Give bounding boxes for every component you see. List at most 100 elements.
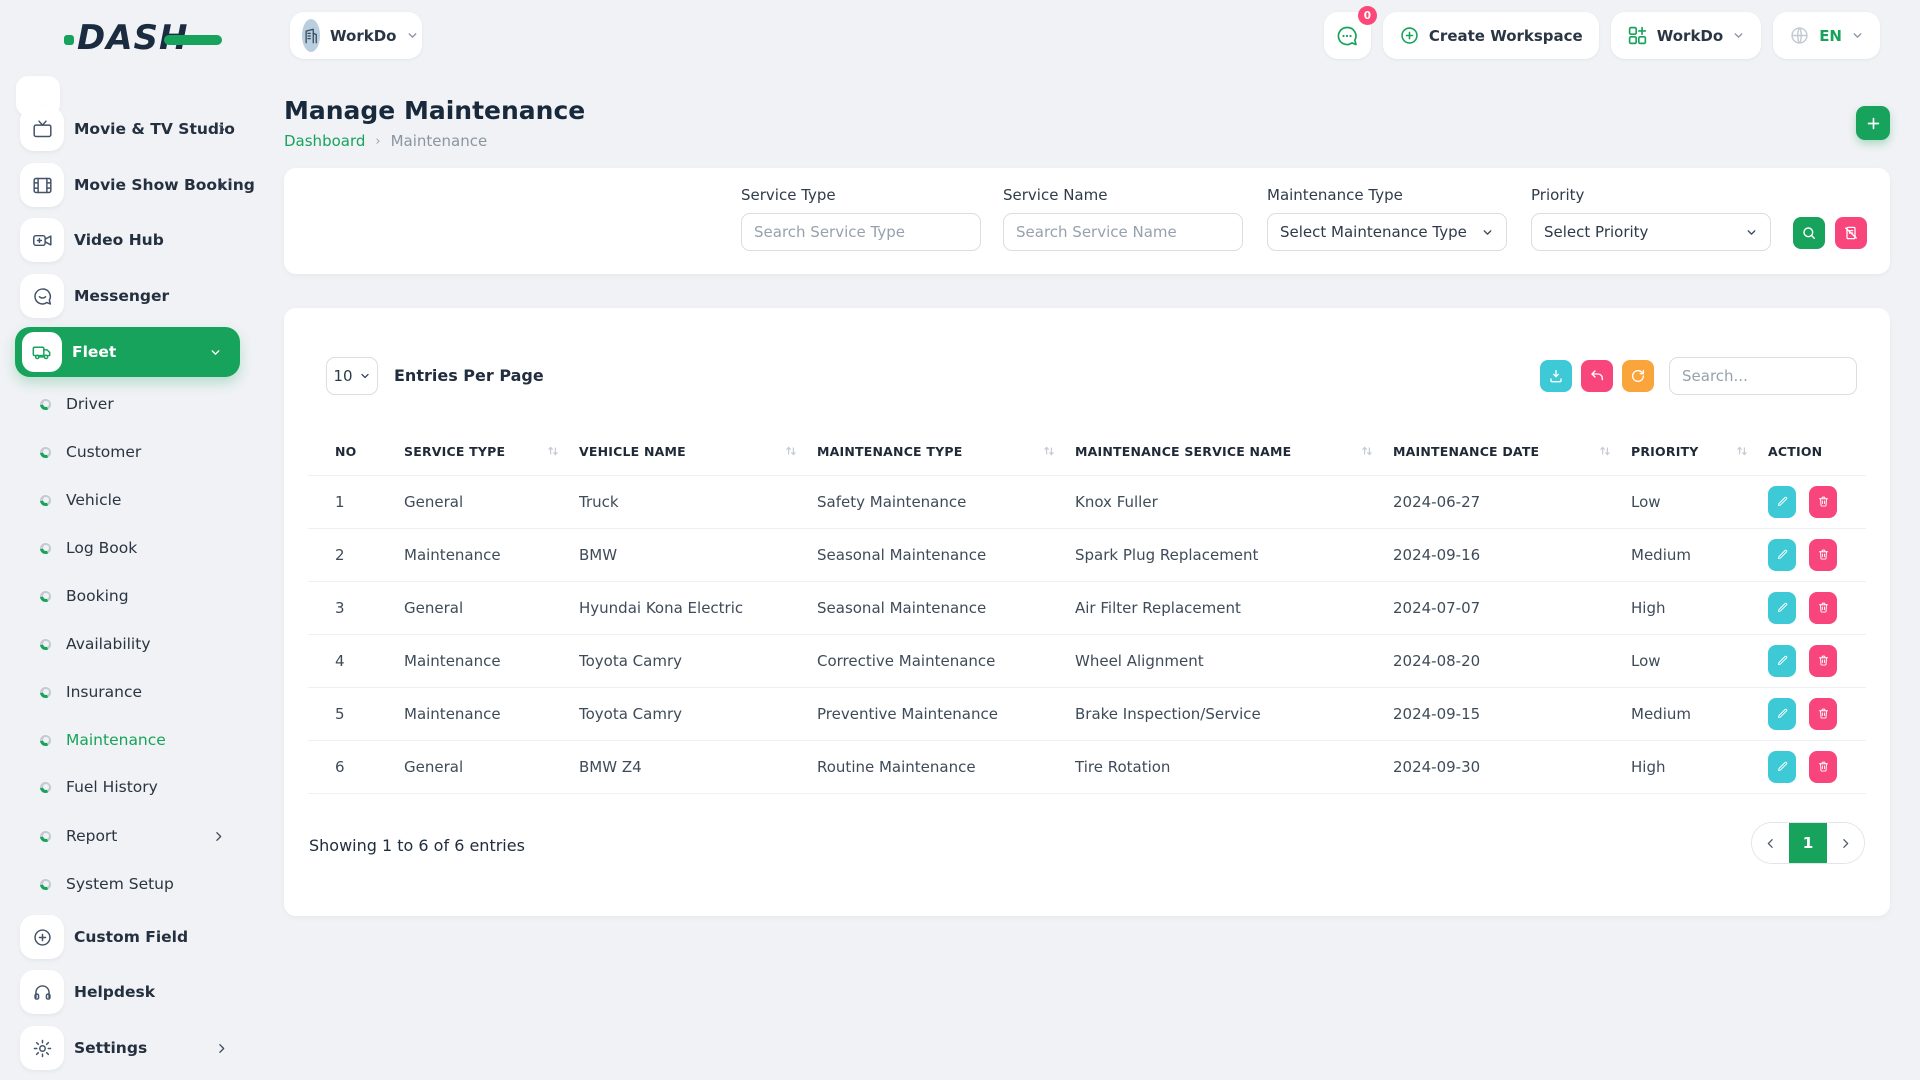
sort-icon [1361, 445, 1373, 457]
cell-maintenance-service-name: Air Filter Replacement [1075, 581, 1393, 634]
delete-button[interactable] [1809, 486, 1837, 518]
edit-button[interactable] [1768, 486, 1796, 518]
clear-filter-button[interactable] [1835, 217, 1867, 249]
pencil-icon [1776, 707, 1789, 720]
chat-bubble-icon [1335, 24, 1359, 48]
sidebar-item-log-book[interactable]: Log Book [0, 528, 257, 568]
cell-maintenance-type: Corrective Maintenance [817, 634, 1075, 687]
table-row: 2 Maintenance BMW Seasonal Maintenance S… [308, 528, 1866, 581]
sort-icon [1043, 445, 1055, 457]
priority-field: Priority Select Priority [1531, 186, 1771, 251]
delete-button[interactable] [1809, 698, 1837, 730]
chevron-left-icon [1764, 837, 1777, 850]
undo-button[interactable] [1581, 360, 1613, 392]
service-name-input[interactable] [1016, 223, 1230, 241]
sidebar-item-helpdesk[interactable]: Helpdesk [0, 968, 257, 1016]
column-header-no[interactable]: NO [308, 428, 404, 475]
table-search-input[interactable] [1682, 367, 1844, 385]
sidebar-item-availability[interactable]: Availability [0, 624, 257, 664]
delete-button[interactable] [1809, 645, 1837, 677]
page-title: Manage Maintenance [284, 96, 585, 125]
sidebar-item-messenger[interactable]: Messenger [0, 272, 257, 320]
sidebar-item-report[interactable]: Report [0, 816, 257, 856]
cell-vehicle-name: Truck [579, 475, 817, 528]
table-action-buttons [1540, 360, 1654, 392]
cell-maintenance-service-name: Spark Plug Replacement [1075, 528, 1393, 581]
cell-maintenance-type: Seasonal Maintenance [817, 581, 1075, 634]
column-header-maintenance-service-name[interactable]: MAINTENANCE SERVICE NAME [1075, 428, 1393, 475]
column-header-maintenance-date[interactable]: MAINTENANCE DATE [1393, 428, 1631, 475]
cell-no: 5 [308, 687, 404, 740]
workspace-name: WorkDo [330, 27, 396, 45]
next-page-button[interactable] [1827, 822, 1864, 864]
cell-no: 4 [308, 634, 404, 687]
column-header-priority[interactable]: PRIORITY [1631, 428, 1768, 475]
sidebar-item-custom-field[interactable]: Custom Field [0, 913, 257, 961]
delete-button[interactable] [1809, 592, 1837, 624]
create-workspace-button[interactable]: Create Workspace [1383, 12, 1599, 59]
cell-maintenance-type: Safety Maintenance [817, 475, 1075, 528]
sidebar-item-video-hub[interactable]: Video Hub [0, 216, 257, 264]
priority-select[interactable]: Select Priority [1531, 213, 1771, 251]
service-name-field: Service Name [1003, 186, 1243, 251]
sidebar-item-movie-tv-studio[interactable]: Movie & TV Studio [0, 105, 257, 153]
cell-vehicle-name: BMW [579, 528, 817, 581]
column-header-action: ACTION [1768, 428, 1866, 475]
sidebar-item-insurance[interactable]: Insurance [0, 672, 257, 712]
sidebar-item-fuel-history[interactable]: Fuel History [0, 767, 257, 807]
sidebar-item-maintenance[interactable]: Maintenance [0, 720, 257, 760]
edit-button[interactable] [1768, 645, 1796, 677]
messages-button[interactable]: 0 [1324, 12, 1371, 59]
circle-bullet-icon [40, 879, 51, 890]
sidebar-item-system-setup[interactable]: System Setup [0, 864, 257, 904]
entries-per-page-select[interactable]: 10 [326, 357, 378, 395]
circle-bullet-icon [40, 543, 51, 554]
sidebar-item-booking[interactable]: Booking [0, 576, 257, 616]
cell-action [1768, 740, 1866, 793]
page-number-current[interactable]: 1 [1789, 822, 1827, 864]
column-header-service-type[interactable]: SERVICE TYPE [404, 428, 579, 475]
language-selector[interactable]: EN [1773, 12, 1880, 59]
circle-bullet-icon [40, 735, 51, 746]
previous-page-button[interactable] [1752, 822, 1789, 864]
delete-button[interactable] [1809, 539, 1837, 571]
refresh-button[interactable] [1622, 360, 1654, 392]
sidebar-item-customer[interactable]: Customer [0, 432, 257, 472]
cell-vehicle-name: Hyundai Kona Electric [579, 581, 817, 634]
export-button[interactable] [1540, 360, 1572, 392]
sidebar-item-driver[interactable]: Driver [0, 384, 257, 424]
cell-maintenance-service-name: Knox Fuller [1075, 475, 1393, 528]
cell-priority: High [1631, 740, 1768, 793]
edit-button[interactable] [1768, 592, 1796, 624]
cell-maintenance-type: Seasonal Maintenance [817, 528, 1075, 581]
delete-button[interactable] [1809, 751, 1837, 783]
maintenance-type-select[interactable]: Select Maintenance Type [1267, 213, 1507, 251]
cell-priority: Medium [1631, 528, 1768, 581]
workspace-selector[interactable]: WorkDo [290, 12, 422, 59]
service-type-field: Service Type [741, 186, 981, 251]
column-header-maintenance-type[interactable]: MAINTENANCE TYPE [817, 428, 1075, 475]
workspace-menu-button[interactable]: WorkDo [1611, 12, 1761, 59]
cell-maintenance-service-name: Brake Inspection/Service [1075, 687, 1393, 740]
edit-button[interactable] [1768, 698, 1796, 730]
messenger-icon [20, 274, 64, 318]
edit-button[interactable] [1768, 751, 1796, 783]
tv-icon [20, 107, 64, 151]
chevron-down-icon [1732, 29, 1745, 42]
dash-logo[interactable]: DASH [64, 18, 222, 58]
service-type-input[interactable] [754, 223, 968, 241]
column-header-vehicle-name[interactable]: VEHICLE NAME [579, 428, 817, 475]
sort-icon [547, 445, 559, 457]
circle-bullet-icon [40, 687, 51, 698]
header-actions: 0 Create Workspace WorkDo EN [1324, 12, 1880, 59]
edit-button[interactable] [1768, 539, 1796, 571]
breadcrumb-dashboard-link[interactable]: Dashboard [284, 132, 365, 150]
add-maintenance-button[interactable] [1856, 106, 1890, 140]
apply-filter-button[interactable] [1793, 217, 1825, 249]
sidebar-item-settings[interactable]: Settings [0, 1024, 257, 1072]
sidebar-item-vehicle[interactable]: Vehicle [0, 480, 257, 520]
chevron-right-icon [212, 830, 225, 843]
sidebar-item-fleet[interactable]: Fleet [15, 327, 240, 377]
sidebar-item-movie-show-booking[interactable]: Movie Show Booking [0, 161, 257, 209]
breadcrumb-separator-icon: › [375, 134, 380, 149]
